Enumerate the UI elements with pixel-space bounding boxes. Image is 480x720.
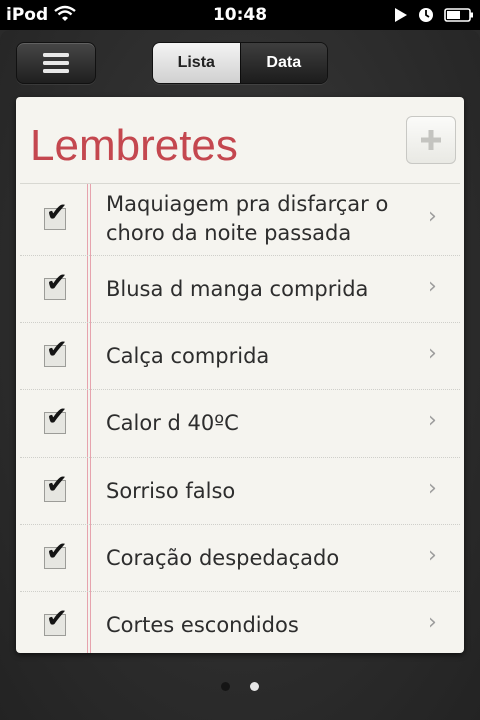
menu-button[interactable] [16, 42, 96, 84]
reminder-label: Calça comprida [106, 344, 270, 368]
list-item[interactable]: ✔ Sorriso falso › [20, 458, 460, 525]
list-item[interactable]: ✔ Calça comprida › [20, 323, 460, 390]
list-item[interactable]: ✔ Maquiagem pra disfarçar o choro da noi… [20, 184, 460, 256]
reminder-label: Coração despedaçado [106, 546, 340, 570]
status-bar: iPod 10:48 [0, 0, 480, 30]
check-icon: ✔ [46, 470, 68, 500]
clock-icon [419, 8, 433, 22]
check-icon: ✔ [46, 198, 68, 228]
view-segmented-control: Lista Data [152, 42, 328, 84]
chevron-right-icon: › [428, 543, 437, 568]
add-reminder-button[interactable] [406, 116, 456, 164]
check-icon: ✔ [46, 335, 68, 365]
battery-icon [444, 8, 473, 22]
reminders-card: Lembretes ✔ Maquiagem pra disfarçar o ch… [16, 97, 464, 653]
reminder-label: Blusa d manga comprida [106, 277, 369, 301]
checkbox[interactable]: ✔ [44, 472, 68, 502]
list-item[interactable]: ✔ Calor d 40ºC › [20, 390, 460, 458]
checkbox[interactable]: ✔ [44, 404, 68, 434]
check-icon: ✔ [46, 402, 68, 432]
checkbox[interactable]: ✔ [44, 200, 68, 230]
chevron-right-icon: › [428, 274, 437, 299]
play-icon [395, 8, 407, 22]
list-item[interactable]: ✔ Cortes escondidos › [20, 592, 460, 653]
chevron-right-icon: › [428, 204, 437, 229]
reminder-label: Sorriso falso [106, 479, 236, 503]
page-dot-active [250, 682, 259, 691]
page-dot [221, 682, 230, 691]
checkbox[interactable]: ✔ [44, 270, 68, 300]
hamburger-icon [43, 53, 69, 73]
reminders-list: ✔ Maquiagem pra disfarçar o choro da noi… [20, 183, 460, 653]
clock-time: 10:48 [212, 5, 268, 25]
reminder-label: Maquiagem pra disfarçar o choro da noite… [106, 192, 389, 245]
reminder-label: Cortes escondidos [106, 613, 299, 637]
check-icon: ✔ [46, 537, 68, 567]
list-item[interactable]: ✔ Blusa d manga comprida › [20, 256, 460, 323]
list-item[interactable]: ✔ Coração despedaçado › [20, 525, 460, 592]
chevron-right-icon: › [428, 476, 437, 501]
chevron-right-icon: › [428, 341, 437, 366]
checkbox[interactable]: ✔ [44, 337, 68, 367]
check-icon: ✔ [46, 604, 68, 634]
reminder-label: Calor d 40ºC [106, 411, 239, 435]
checkbox[interactable]: ✔ [44, 539, 68, 569]
list-title: Lembretes [30, 121, 238, 170]
plus-icon [421, 130, 441, 150]
tab-data[interactable]: Data [239, 43, 327, 83]
check-icon: ✔ [46, 268, 68, 298]
checkbox[interactable]: ✔ [44, 606, 68, 636]
chevron-right-icon: › [428, 610, 437, 635]
tab-lista[interactable]: Lista [153, 43, 240, 83]
chevron-right-icon: › [428, 408, 437, 433]
page-indicator[interactable] [0, 682, 480, 694]
